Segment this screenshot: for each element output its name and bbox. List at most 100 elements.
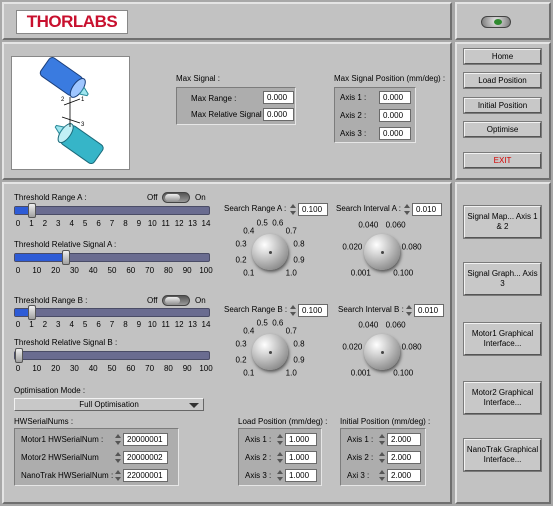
dial-knob-icon[interactable] <box>252 234 288 270</box>
dial-knob-icon[interactable] <box>364 234 400 270</box>
signal-map-button[interactable]: Signal Map... Axis 1 & 2 <box>464 206 541 238</box>
search-interval-a-knob[interactable]: 0.001 0.020 0.040 0.060 0.080 0.100 <box>336 214 436 284</box>
load-axis2-spinner[interactable] <box>277 451 283 464</box>
slider-tick-label: 80 <box>163 364 173 373</box>
slider-tick-label: 0 <box>15 266 21 275</box>
init-axis1[interactable]: 2.000 <box>387 433 421 446</box>
slider-tick-label: 10 <box>147 320 157 329</box>
motor1-serial-spinner[interactable] <box>115 433 121 446</box>
init-axis3[interactable]: 2.000 <box>387 469 421 482</box>
threshold-a-toggle[interactable] <box>162 192 190 203</box>
threshold-rel-b-slider[interactable] <box>14 348 210 363</box>
slider-tick-label: 12 <box>174 219 184 228</box>
slider-tick-label: 13 <box>188 219 198 228</box>
init-axis2-spinner[interactable] <box>379 451 385 464</box>
threshold-a-on-label: On <box>195 193 206 202</box>
logo-panel: THORLABS <box>2 2 452 40</box>
dial-scale-label: 0.9 <box>293 255 305 265</box>
threshold-b-label: Threshold Range B : <box>14 296 88 305</box>
load-axis3-spinner[interactable] <box>277 469 283 482</box>
slider-tick-label: 8 <box>123 219 128 228</box>
dial-scale-label: 0.060 <box>385 220 406 230</box>
max-signal-box: Max Range : 0.000 Max Relative Signal : … <box>176 87 296 125</box>
slider-tick-label: 2 <box>42 219 48 228</box>
threshold-b-toggle[interactable] <box>162 295 190 306</box>
threshold-a-thumb[interactable] <box>28 203 37 218</box>
dial-scale-label: 0.080 <box>401 342 422 352</box>
slider-tick-label: 30 <box>69 266 79 275</box>
max-pos-axis2: 0.000 <box>379 109 411 122</box>
tools-panel: Signal Map... Axis 1 & 2 Signal Graph...… <box>455 182 551 504</box>
threshold-b-off-label: Off <box>147 296 158 305</box>
search-interval-b-knob[interactable]: 0.001 0.020 0.040 0.060 0.080 0.100 <box>336 314 436 384</box>
slider-tick-label: 5 <box>82 320 88 329</box>
status-led-icon <box>494 19 502 25</box>
threshold-rel-a-thumb[interactable] <box>62 250 70 265</box>
opt-mode-label: Optimisation Mode : <box>14 386 86 395</box>
threshold-b-slider[interactable] <box>14 305 210 320</box>
nav-panel: Home Load Position Initial Position Opti… <box>455 42 551 180</box>
svg-text:2: 2 <box>61 97 65 103</box>
slider-tick-label: 70 <box>145 266 155 275</box>
slider-tick-label: 70 <box>145 364 155 373</box>
dial-scale-label: 1.0 <box>285 268 297 278</box>
slider-tick-label: 6 <box>96 219 101 228</box>
slider-tick-label: 50 <box>107 266 117 275</box>
dial-scale-label: 0.2 <box>235 355 247 365</box>
svg-text:1: 1 <box>81 97 85 103</box>
initial-position-button[interactable]: Initial Position <box>464 98 541 113</box>
slider-tick-label: 3 <box>56 320 61 329</box>
motor1-gui-button[interactable]: Motor1 Graphical Interface... <box>464 323 541 355</box>
init-axis2[interactable]: 2.000 <box>387 451 421 464</box>
dial-knob-icon[interactable] <box>252 334 288 370</box>
init-axis3-spinner[interactable] <box>379 469 385 482</box>
init-pos-box: Axis 1 : 2.000 Axis 2 : 2.000 Axi 3 : 2.… <box>340 428 426 486</box>
slider-tick-label: 40 <box>88 266 98 275</box>
load-axis1[interactable]: 1.000 <box>285 433 317 446</box>
search-range-a-knob[interactable]: 0.1 0.2 0.3 0.4 0.5 0.6 0.7 0.8 0.9 1.0 <box>234 214 324 284</box>
slider-tick-label: 50 <box>107 364 117 373</box>
load-axis2[interactable]: 1.000 <box>285 451 317 464</box>
motor2-gui-button[interactable]: Motor2 Graphical Interface... <box>464 382 541 414</box>
threshold-rel-b-label: Threshold Relative Signal B : <box>14 338 118 347</box>
init-axis1-spinner[interactable] <box>379 433 385 446</box>
dial-scale-label: 0.4 <box>243 226 255 236</box>
threshold-b-thumb[interactable] <box>28 305 37 320</box>
nanotrak-gui-button[interactable]: NanoTrak Graphical Interface... <box>464 439 541 471</box>
info-panel: 1 2 3 Max Signal : Max Range : 0.000 Max… <box>2 42 452 180</box>
slider-tick-label: 60 <box>126 266 136 275</box>
max-pos-axis3: 0.000 <box>379 127 411 140</box>
load-axis1-spinner[interactable] <box>277 433 283 446</box>
dial-knob-icon[interactable] <box>364 334 400 370</box>
slider-tick-label: 6 <box>96 320 101 329</box>
dial-scale-label: 0.1 <box>243 268 255 278</box>
opt-mode-select[interactable]: Full Optimisation <box>14 398 204 411</box>
init-axis2-label: Axis 2 : <box>347 453 374 462</box>
status-panel <box>455 2 551 40</box>
dial-scale-label: 0.5 <box>256 318 268 328</box>
nanotrak-serial-spinner[interactable] <box>115 469 121 482</box>
max-pos-title: Max Signal Position (mm/deg) : <box>334 74 446 83</box>
threshold-rel-a-slider[interactable] <box>14 250 210 265</box>
max-rel-value: 0.000 <box>263 108 294 121</box>
load-axis3[interactable]: 1.000 <box>285 469 317 482</box>
svg-text:3: 3 <box>81 122 85 128</box>
exit-button[interactable]: EXIT <box>464 153 541 168</box>
home-button[interactable]: Home <box>464 49 541 64</box>
slider-tick-label: 4 <box>69 320 74 329</box>
optimise-button[interactable]: Optimise <box>464 122 541 137</box>
slider-tick-label: 40 <box>88 364 98 373</box>
signal-graph-button[interactable]: Signal Graph... Axis 3 <box>464 263 541 295</box>
motor2-serial-spinner[interactable] <box>115 451 121 464</box>
threshold-a-slider[interactable] <box>14 203 210 218</box>
motor1-serial[interactable]: 20000001 <box>123 433 168 446</box>
threshold-rel-b-thumb[interactable] <box>15 348 23 363</box>
slider-tick-label: 4 <box>69 219 74 228</box>
load-position-button[interactable]: Load Position <box>464 73 541 88</box>
search-range-b-knob[interactable]: 0.1 0.2 0.3 0.4 0.5 0.6 0.7 0.8 0.9 1.0 <box>234 314 324 384</box>
motor2-serial[interactable]: 20000002 <box>123 451 168 464</box>
nanotrak-serial[interactable]: 22000001 <box>123 469 168 482</box>
thorlabs-logo: THORLABS <box>16 10 128 34</box>
dial-scale-label: 0.040 <box>358 320 379 330</box>
max-pos-box: Axis 1 : 0.000 Axis 2 : 0.000 Axis 3 : 0… <box>334 87 416 143</box>
